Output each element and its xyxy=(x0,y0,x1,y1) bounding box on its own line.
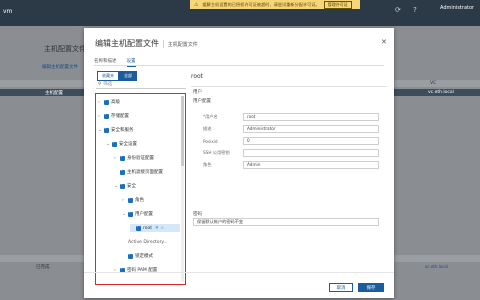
tree-node[interactable]: ⌄安全 xyxy=(114,182,136,190)
view-toggle: 收藏夹 全部 xyxy=(97,71,137,81)
detail-divider xyxy=(191,86,387,87)
user-menu[interactable]: Administrator xyxy=(440,5,474,11)
tree-node-label: 角色 xyxy=(135,198,144,203)
background-task-status: 已完成 xyxy=(36,265,50,270)
warning-text: 缓解主机设置的已授权许可证被超时，请尝试重新分配许可证。 xyxy=(202,1,320,7)
save-button[interactable]: 保存 xyxy=(358,283,384,292)
tree-node-label: 安全设置 xyxy=(119,142,137,147)
tree-node[interactable]: ›存储配置 xyxy=(98,112,129,120)
filter-icon: ⚲ xyxy=(98,82,102,87)
description-field: 描述 Administrator xyxy=(203,124,379,134)
filter-input[interactable]: ⚲ 筛选 xyxy=(96,81,186,89)
username-input[interactable]: root xyxy=(243,113,379,121)
license-warning-banner: ⚠ 缓解主机设置的已授权许可证被超时，请尝试重新分配许可证。 管理许可证 xyxy=(190,0,360,9)
cancel-button[interactable]: 取消 xyxy=(329,283,353,292)
edit-host-profile-dialog: 编辑主机配置文件|主机配置文件 ✕ 名称和描述 设置 收藏夹 全部 ⚲筛选 ›高… xyxy=(84,28,394,298)
settings-tree: ›高级 ›存储配置 ⌄安全和服务 ⌄安全设置 ›身份验证配置主机滤接页面配置 ⌄安全 ›角色… xyxy=(95,93,186,285)
tree-node[interactable]: Active Directory... xyxy=(122,238,168,246)
favorites-toggle[interactable]: 收藏夹 xyxy=(97,71,119,81)
tree-checkbox[interactable] xyxy=(128,196,133,203)
tree-node-label: 高级 xyxy=(111,100,120,105)
tree-node-label: 安全 xyxy=(127,184,136,189)
tree-node[interactable]: ⌄用户配置 xyxy=(122,210,153,218)
description-label: 描述 xyxy=(203,126,212,131)
tree-node[interactable]: 主机滤接页面配置 xyxy=(114,168,163,176)
dialog-title: 编辑主机配置文件 | 主机配置文件 xyxy=(95,39,198,48)
role-label: 角色 xyxy=(203,162,212,167)
section-password: 密码 xyxy=(193,212,202,217)
warning-icon: ⚠ xyxy=(194,1,199,8)
role-field: 角色 Admin xyxy=(203,160,379,170)
dialog-subtitle: 主机配置文件 xyxy=(167,42,198,48)
background-edit-link[interactable]: 编辑主机配置文件 xyxy=(42,64,78,70)
username-field: *用户名 root xyxy=(203,112,379,122)
all-toggle[interactable]: 全部 xyxy=(119,71,137,81)
remove-icon[interactable]: ✕ ☆ xyxy=(155,226,164,231)
header-icons[interactable]: ⟳ ? xyxy=(395,6,422,14)
tree-node[interactable]: ›身份验证配置 xyxy=(114,154,154,162)
dialog-footer: 取消 保存 xyxy=(84,272,394,298)
tree-node-label: root xyxy=(143,225,153,231)
tree-node[interactable]: ›角色 xyxy=(122,196,144,204)
tree-node-label: 锁定模式 xyxy=(135,254,153,259)
posixid-field: Posixid 0 xyxy=(203,136,379,146)
background-row-vc: vc.eth.local xyxy=(428,90,454,95)
tree-node-label: 安全和服务 xyxy=(111,128,134,133)
posixid-label: Posixid xyxy=(203,138,218,144)
tree-checkbox[interactable] xyxy=(120,154,125,161)
filter-placeholder: 筛选 xyxy=(103,82,113,87)
close-icon[interactable]: ✕ xyxy=(381,38,387,46)
dialog-title-text: 编辑主机配置文件 xyxy=(95,39,159,48)
username-label: *用户名 xyxy=(203,114,218,119)
posixid-input[interactable]: 0 xyxy=(243,137,379,145)
background-page-title: 主机配置文件 xyxy=(44,45,86,53)
ssh-key-field: SSH 公用密钥 xyxy=(203,148,379,158)
section-user-config: 用户配置 xyxy=(193,99,211,104)
tree-checkbox[interactable] xyxy=(128,252,133,259)
tree-checkbox[interactable] xyxy=(120,182,125,189)
tree-node[interactable]: 锁定模式 xyxy=(122,252,153,260)
tab-divider xyxy=(94,65,384,66)
vmware-logo: vm xyxy=(3,8,13,15)
tree-checkbox[interactable] xyxy=(104,112,109,119)
tree-node-label: 主机滤接页面配置 xyxy=(127,170,163,175)
background-task-target[interactable]: vc.eth.local xyxy=(425,264,448,269)
tree-checkbox[interactable] xyxy=(104,126,109,133)
tree-node[interactable]: ⌄安全和服务 xyxy=(98,126,134,134)
ssh-key-input[interactable] xyxy=(243,149,379,157)
tree-checkbox[interactable] xyxy=(112,140,117,147)
background-col-vc: VC xyxy=(430,81,437,86)
description-input[interactable]: Administrator xyxy=(243,125,379,133)
tree-node[interactable]: ›高级 xyxy=(98,98,120,106)
tree-node[interactable]: ⌄安全设置 xyxy=(106,140,137,148)
tree-scrollbar-thumb[interactable] xyxy=(181,96,184,166)
detail-heading: root xyxy=(191,73,204,80)
manage-license-button[interactable]: 管理许可证 xyxy=(323,0,352,9)
role-input[interactable]: Admin xyxy=(243,161,379,169)
tree-node-label: 用户配置 xyxy=(135,212,153,217)
tree-scrollbar[interactable] xyxy=(181,96,184,282)
tree-checkbox[interactable] xyxy=(136,224,141,231)
tree-node-label: 存储配置 xyxy=(111,114,129,119)
password-select[interactable]: 保留默认帐户的密码不变 xyxy=(193,218,379,226)
tree-node[interactable]: root✕ ☆ xyxy=(130,224,180,232)
tree-checkbox[interactable] xyxy=(120,168,125,175)
ssh-key-label: SSH 公用密钥 xyxy=(203,150,230,155)
background-row-name: 主机配置 xyxy=(45,91,63,96)
tree-checkbox[interactable] xyxy=(128,210,133,217)
section-user: 用户 xyxy=(193,90,202,95)
tree-node-label: Active Directory... xyxy=(128,239,168,245)
tree-node-label: 身份验证配置 xyxy=(127,156,154,161)
tree-checkbox[interactable] xyxy=(104,98,109,105)
